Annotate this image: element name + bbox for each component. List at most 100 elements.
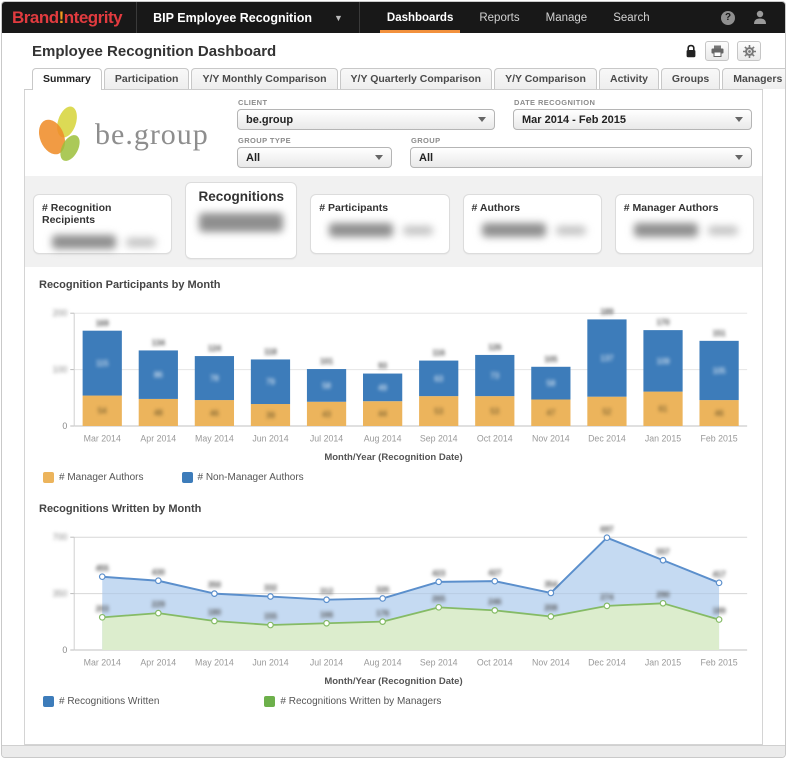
bar-value-label: 78 [210,374,219,383]
redacted-value-blob [555,225,586,235]
data-point[interactable] [547,589,555,597]
data-point[interactable] [98,613,106,621]
print-button[interactable] [705,41,729,61]
data-point[interactable] [323,596,330,604]
bar-value-label: 44 [378,410,387,419]
point-value-label: 176 [376,609,390,618]
tab-activity[interactable]: Activity [598,68,659,89]
data-point[interactable] [323,619,330,627]
data-point[interactable] [659,599,667,607]
filter-grid: CLIENT be.group DATE RECOGNITION Mar 201… [237,96,752,168]
group-type-select[interactable]: All [237,147,392,168]
tab-participation[interactable]: Participation [103,68,190,89]
data-point[interactable] [154,609,162,617]
topbar: Brand!ntegrity BIP Employee Recognition … [2,2,785,33]
data-point[interactable] [547,613,555,620]
group-select[interactable]: All [410,147,752,168]
metric-card-participants[interactable]: # Participants [310,194,450,254]
metric-card-manager-authors[interactable]: # Manager Authors [614,194,754,254]
legend-item-recognitions-written[interactable]: # Recognitions Written [43,696,159,707]
y-tick-label: 700 [53,532,68,542]
select-arrow-icon [478,117,486,122]
client-logo: be.group [37,96,237,168]
tab-y-y-quarterly-comparison[interactable]: Y/Y Quarterly Comparison [339,68,493,89]
tab-summary[interactable]: Summary [32,68,102,90]
legend-item-manager-authors[interactable]: # Manager Authors [43,472,144,483]
data-point[interactable] [211,590,218,597]
bar-total-label: 170 [656,318,670,327]
tab-y-y-comparison[interactable]: Y/Y Comparison [494,68,597,89]
bar-value-label: 86 [154,371,163,380]
x-tick-label: Jul 2014 [310,434,343,444]
bar-value-label: 58 [547,379,556,388]
metric-card-recognition-recipients[interactable]: # Recognition Recipients [33,194,173,254]
data-point[interactable] [435,578,443,586]
bar-value-label: 39 [266,411,275,420]
settings-button[interactable] [737,41,761,61]
point-value-label: 350 [208,581,222,590]
x-tick-label: Apr 2014 [140,658,176,668]
data-point[interactable] [154,577,162,585]
group-label: GROUP [411,136,441,145]
x-tick-label: Sep 2014 [420,434,458,444]
x-tick-label: Jan 2015 [645,434,681,444]
metric-card-label: # Participants [319,202,389,214]
legend-item-recognitions-written-by-managers[interactable]: # Recognitions Written by Managers [264,696,441,707]
bar-total-label: 118 [264,348,277,357]
data-point[interactable] [659,556,667,564]
page-footer-strip [2,745,785,757]
data-point[interactable] [379,595,386,602]
brand-logo[interactable]: Brand!ntegrity [2,2,138,33]
bar-value-label: 54 [98,407,107,416]
lock-icon [686,44,696,57]
client-logo-text: be.group [95,118,209,151]
data-point[interactable] [379,618,386,625]
bar-value-label: 43 [322,410,331,419]
data-point[interactable] [491,577,499,585]
nav-item-dashboards[interactable]: Dashboards [374,2,466,33]
data-point[interactable] [491,607,499,614]
x-tick-label: Sep 2014 [420,658,458,668]
tab-y-y-monthly-comparison[interactable]: Y/Y Monthly Comparison [191,68,338,89]
point-value-label: 265 [432,594,446,603]
data-point[interactable] [267,593,274,600]
date-recognition-select[interactable]: Mar 2014 - Feb 2015 [513,109,752,130]
recognitions-chart-section: Recognitions Written by Month 0 350 700 455… [25,491,762,715]
data-point[interactable] [603,602,611,610]
page-title: Employee Recognition Dashboard [32,42,277,60]
nav-item-search[interactable]: Search [600,2,662,33]
user-icon[interactable] [753,10,767,25]
legend-swatch [43,696,54,707]
legend-item-non-manager-authors[interactable]: # Non-Manager Authors [181,472,304,483]
metric-card-authors[interactable]: # Authors [462,194,602,254]
data-point[interactable] [603,534,611,542]
x-tick-label: Oct 2014 [477,658,513,668]
chart-title: Recognition Participants by Month [39,279,221,291]
data-point[interactable] [715,579,723,587]
data-point[interactable] [267,621,274,629]
tab-managers[interactable]: Managers [722,68,785,89]
bar-value-label: 48 [154,408,163,417]
data-point[interactable] [435,603,443,611]
app-switcher[interactable]: BIP Employee Recognition ▼ [137,2,360,33]
help-icon[interactable]: ? [721,10,735,25]
legend-label: # Recognitions Written by Managers [280,696,442,707]
point-value-label: 290 [656,590,670,599]
x-tick-label: Dec 2014 [588,434,626,444]
data-point[interactable] [211,617,218,625]
nav-item-reports[interactable]: Reports [466,2,532,33]
nav-item-manage[interactable]: Manage [533,2,601,33]
data-point[interactable] [715,616,723,623]
bar-total-label: 124 [208,344,222,353]
data-point[interactable] [98,573,106,581]
point-value-label: 332 [264,584,278,593]
x-tick-label: Mar 2014 [84,434,121,444]
x-tick-label: Feb 2015 [700,434,737,444]
dashboard-tabs: Summary Participation Y/Y Monthly Comparis… [24,67,785,90]
point-value-label: 430 [152,568,166,577]
metric-card-recognitions[interactable]: Recognitions [185,182,298,259]
client-select[interactable]: be.group [237,109,495,130]
point-value-label: 423 [432,569,446,578]
leaf-logo-icon [38,106,80,161]
tab-groups[interactable]: Groups [660,68,721,89]
